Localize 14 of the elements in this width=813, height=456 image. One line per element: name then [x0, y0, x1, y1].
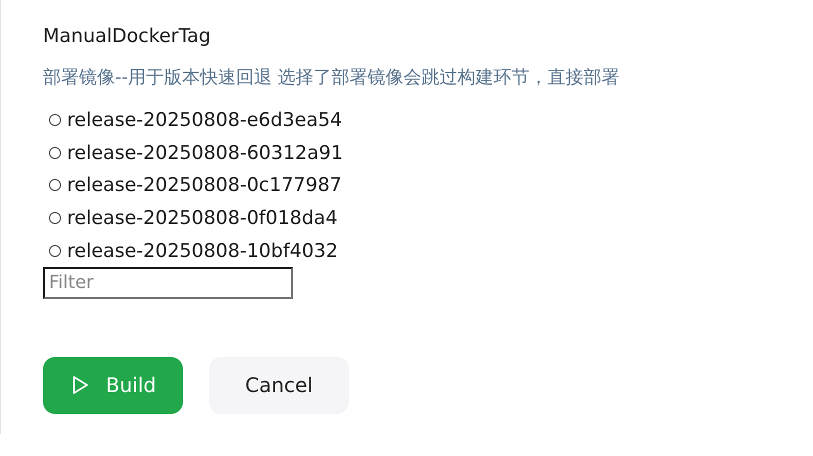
option-label[interactable]: release-20250808-e6d3ea54 [67, 109, 342, 132]
parameter-name: ManualDockerTag [43, 24, 212, 49]
option-label[interactable]: release-20250808-0f018da4 [67, 207, 338, 230]
parameter-description: 部署镜像--用于版本快速回退 选择了部署镜像会跳过构建环节，直接部署 [43, 66, 621, 90]
option-label[interactable]: release-20250808-10bf4032 [67, 240, 338, 262]
filter-field[interactable]: Filter [43, 266, 293, 299]
option-label[interactable]: release-20250808-0c177987 [67, 174, 342, 196]
radio-button[interactable] [49, 114, 61, 126]
radio-button[interactable] [49, 212, 61, 224]
radio-button[interactable] [49, 146, 61, 159]
radio-button[interactable] [49, 179, 61, 192]
cancel-button[interactable]: Cancel [209, 356, 349, 414]
option-label[interactable]: release-20250808-60312a91 [67, 142, 343, 164]
radio-button[interactable] [49, 244, 61, 257]
